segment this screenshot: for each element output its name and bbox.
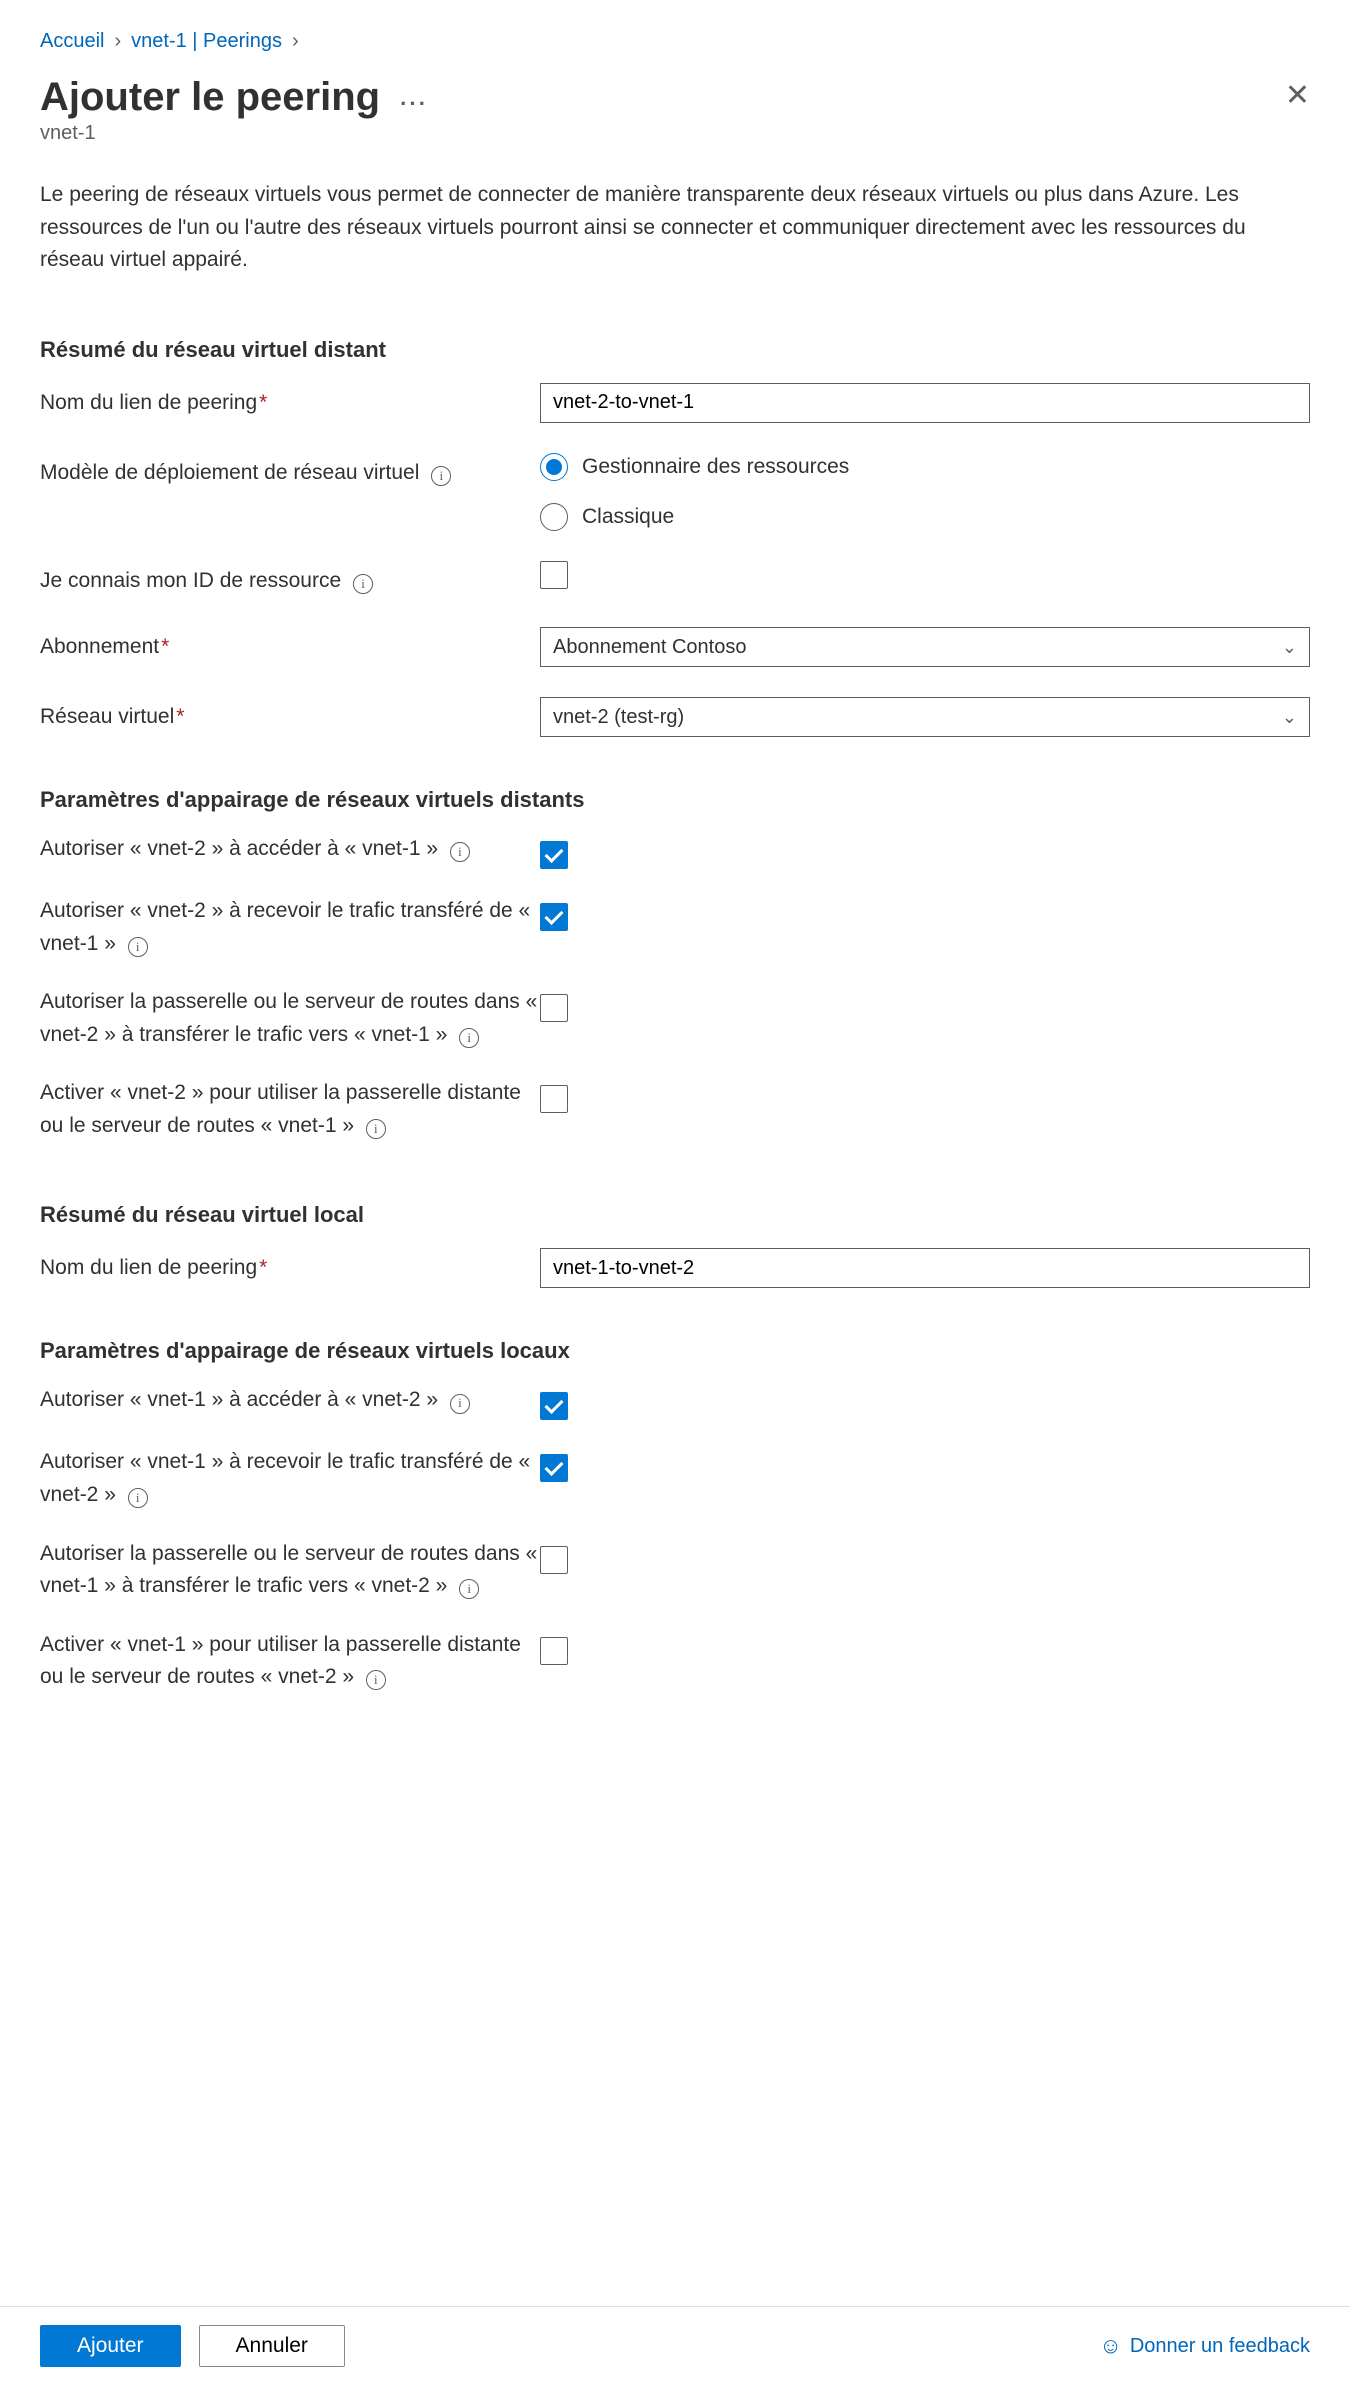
radio-label-classic: Classique — [582, 505, 674, 529]
radio-classic[interactable] — [540, 503, 568, 531]
chevron-down-icon: ⌄ — [1282, 707, 1297, 728]
label-remote-allow-gateway: Autoriser la passerelle ou le serveur de… — [40, 986, 540, 1051]
label-local-allow-gateway: Autoriser la passerelle ou le serveur de… — [40, 1538, 540, 1603]
info-icon[interactable]: i — [366, 1119, 386, 1139]
add-button[interactable]: Ajouter — [40, 2325, 181, 2367]
label-subscription: Abonnement* — [40, 627, 540, 664]
checkbox-local-use-remote-gw[interactable] — [540, 1637, 568, 1665]
page-subtitle: vnet-1 — [40, 122, 1310, 145]
info-icon[interactable]: i — [450, 842, 470, 862]
subscription-select-value: Abonnement Contoso — [553, 636, 746, 659]
label-local-allow-forwarded: Autoriser « vnet-1 » à recevoir le trafi… — [40, 1446, 540, 1511]
checkbox-know-resource-id[interactable] — [540, 561, 568, 589]
label-deployment-model: Modèle de déploiement de réseau virtuel … — [40, 453, 540, 490]
cancel-button[interactable]: Annuler — [199, 2325, 345, 2367]
remote-peering-link-name-input[interactable] — [540, 383, 1310, 423]
info-icon[interactable]: i — [459, 1028, 479, 1048]
local-peering-link-name-input[interactable] — [540, 1248, 1310, 1288]
section-local-summary: Résumé du réseau virtuel local — [40, 1202, 1310, 1228]
label-know-resource-id: Je connais mon ID de ressource i — [40, 561, 540, 598]
checkbox-local-allow-forwarded[interactable] — [540, 1454, 568, 1482]
intro-text: Le peering de réseaux virtuels vous perm… — [40, 179, 1310, 277]
page-title: Ajouter le peering ··· — [40, 75, 428, 120]
feedback-icon: ☺ — [1099, 2333, 1121, 2359]
label-local-use-remote-gw: Activer « vnet-1 » pour utiliser la pass… — [40, 1629, 540, 1694]
feedback-link[interactable]: ☺ Donner un feedback — [1099, 2333, 1310, 2359]
vnet-select-value: vnet-2 (test-rg) — [553, 706, 684, 729]
checkbox-remote-allow-access[interactable] — [540, 841, 568, 869]
radio-resource-manager[interactable] — [540, 453, 568, 481]
section-remote-summary: Résumé du réseau virtuel distant — [40, 337, 1310, 363]
radio-label-resource-manager: Gestionnaire des ressources — [582, 455, 849, 479]
more-icon[interactable]: ··· — [400, 91, 428, 117]
info-icon[interactable]: i — [353, 574, 373, 594]
checkbox-local-allow-gateway[interactable] — [540, 1546, 568, 1574]
checkbox-remote-allow-gateway[interactable] — [540, 994, 568, 1022]
info-icon[interactable]: i — [459, 1579, 479, 1599]
label-peering-link-name-local: Nom du lien de peering* — [40, 1248, 540, 1285]
checkbox-remote-use-remote-gw[interactable] — [540, 1085, 568, 1113]
checkbox-remote-allow-forwarded[interactable] — [540, 903, 568, 931]
label-local-allow-access: Autoriser « vnet-1 » à accéder à « vnet-… — [40, 1384, 540, 1417]
checkbox-local-allow-access[interactable] — [540, 1392, 568, 1420]
chevron-down-icon: ⌄ — [1282, 637, 1297, 658]
page-title-text: Ajouter le peering — [40, 75, 380, 120]
section-remote-params: Paramètres d'appairage de réseaux virtue… — [40, 787, 1310, 813]
label-remote-allow-forwarded: Autoriser « vnet-2 » à recevoir le trafi… — [40, 895, 540, 960]
label-remote-use-remote-gw: Activer « vnet-2 » pour utiliser la pass… — [40, 1077, 540, 1142]
info-icon[interactable]: i — [450, 1394, 470, 1414]
chevron-right-icon: › — [114, 30, 121, 53]
chevron-right-icon: › — [292, 30, 299, 53]
label-peering-link-name-remote: Nom du lien de peering* — [40, 383, 540, 420]
section-local-params: Paramètres d'appairage de réseaux virtue… — [40, 1338, 1310, 1364]
label-vnet: Réseau virtuel* — [40, 697, 540, 734]
info-icon[interactable]: i — [431, 466, 451, 486]
info-icon[interactable]: i — [128, 937, 148, 957]
info-icon[interactable]: i — [366, 1670, 386, 1690]
breadcrumb-parent[interactable]: vnet-1 | Peerings — [131, 30, 282, 53]
breadcrumb: Accueil › vnet-1 | Peerings › — [40, 30, 1310, 53]
breadcrumb-home[interactable]: Accueil — [40, 30, 104, 53]
subscription-select[interactable]: Abonnement Contoso ⌄ — [540, 627, 1310, 667]
footer-bar: Ajouter Annuler ☺ Donner un feedback — [0, 2306, 1350, 2385]
feedback-label: Donner un feedback — [1130, 2335, 1310, 2358]
info-icon[interactable]: i — [128, 1488, 148, 1508]
label-remote-allow-access: Autoriser « vnet-2 » à accéder à « vnet-… — [40, 833, 540, 866]
vnet-select[interactable]: vnet-2 (test-rg) ⌄ — [540, 697, 1310, 737]
close-icon[interactable]: ✕ — [1285, 81, 1310, 111]
